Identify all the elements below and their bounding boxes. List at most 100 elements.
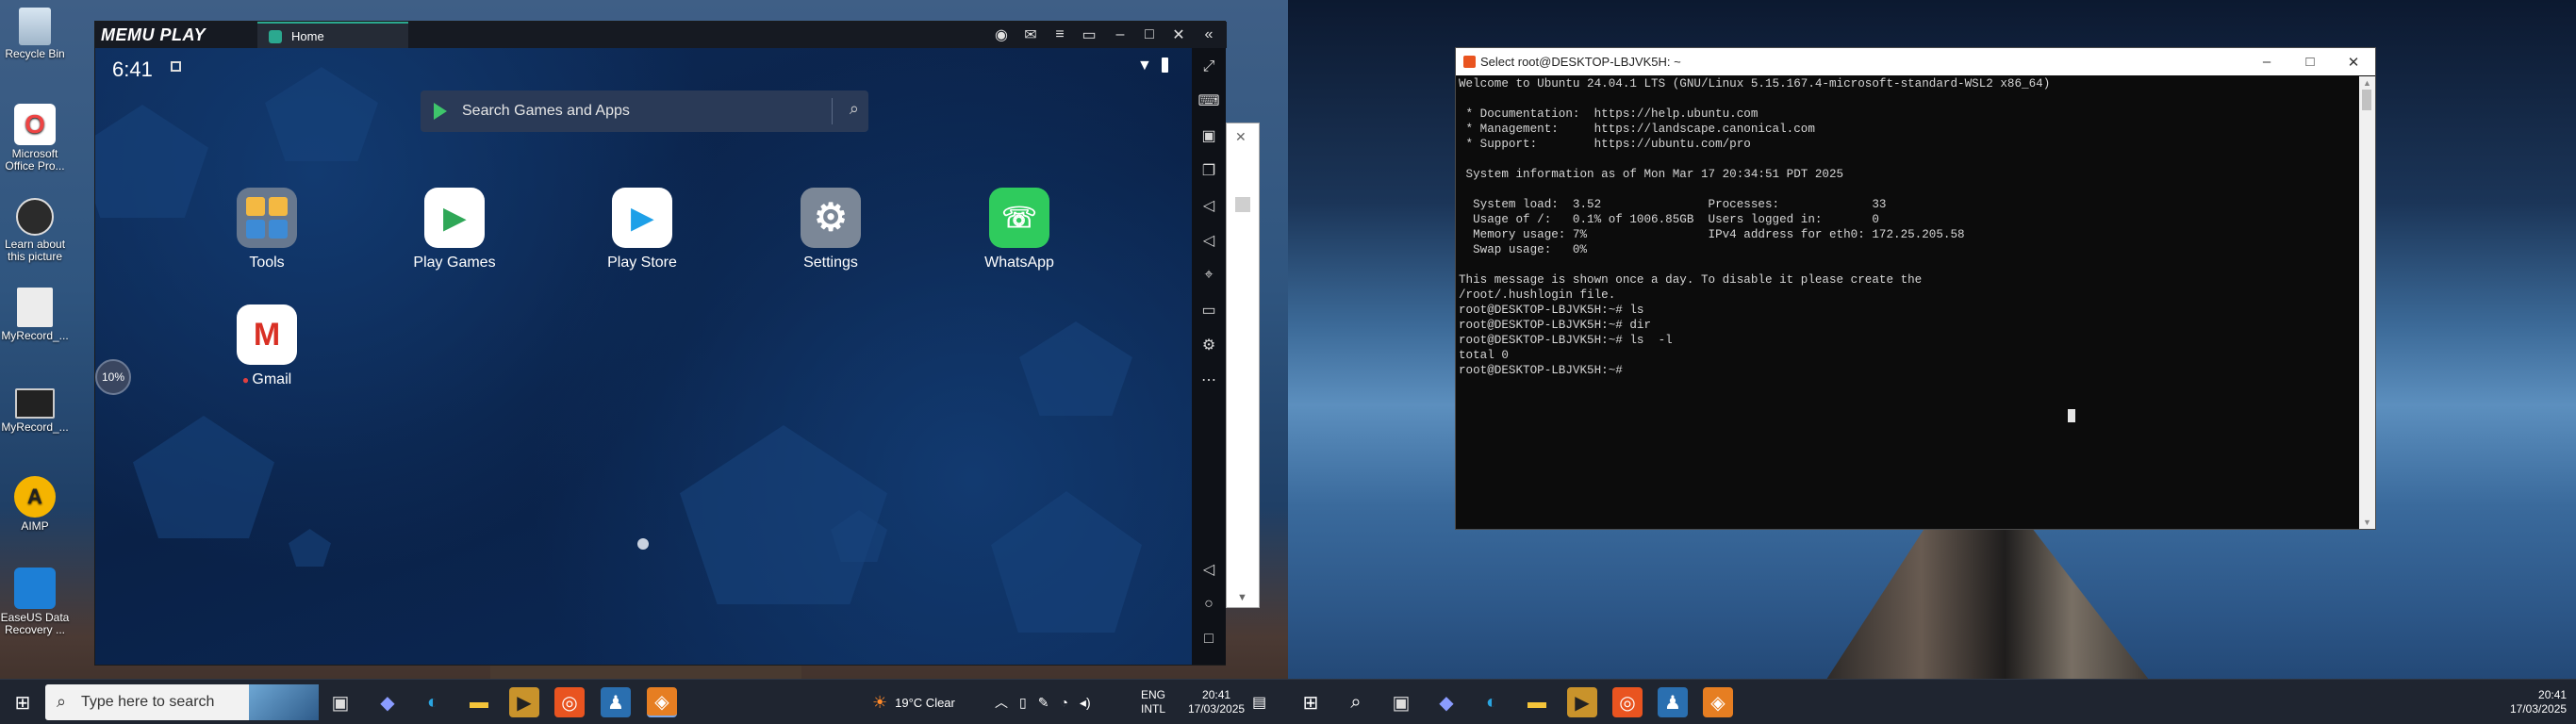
network-icon[interactable]: ◔	[1060, 695, 1067, 710]
app-settings[interactable]: ⚙ Settings	[769, 188, 892, 272]
scroll-up-icon[interactable]: ▲	[2363, 78, 2371, 88]
app-play-games[interactable]: ▶ Play Games	[393, 188, 516, 272]
maximize-button[interactable]: □	[2288, 48, 2332, 75]
terminal-output[interactable]: Welcome to Ubuntu 24.04.1 LTS (GNU/Linux…	[1458, 76, 2357, 529]
start-button[interactable]: ⊞	[1296, 687, 1326, 717]
scroll-down-icon[interactable]: ▼	[2363, 518, 2371, 527]
tab-home[interactable]: Home	[257, 22, 408, 48]
clock[interactable]: 20:41 17/03/2025	[1188, 680, 1245, 724]
desktop-icon-aimp[interactable]: A AIMP	[0, 476, 70, 533]
scroll-thumb[interactable]	[2362, 90, 2371, 110]
clock-time: 20:41	[2538, 688, 2568, 701]
penguin-icon[interactable]: ♟	[601, 687, 631, 717]
mail-icon[interactable]: ✉	[1020, 25, 1041, 45]
app-whatsapp[interactable]: ☏ WhatsApp	[958, 188, 1081, 272]
apk-icon[interactable]: ▣	[1199, 126, 1218, 145]
memu-icon[interactable]: ◈	[647, 687, 677, 717]
close-button[interactable]: ✕	[1168, 25, 1189, 45]
text-cursor	[2068, 409, 2075, 422]
menu-icon[interactable]: ≡	[1049, 25, 1070, 45]
terminal-title-bar[interactable]: Select root@DESKTOP-LBJVK5H: ~ – □ ✕	[1456, 48, 2375, 75]
keyboard-icon[interactable]: ⌨	[1197, 91, 1219, 110]
notification-icon	[171, 61, 181, 72]
clock-date: 17/03/2025	[2510, 702, 2568, 716]
app-tools[interactable]: Tools	[206, 188, 328, 272]
terminal-line: total 0	[1459, 349, 1509, 362]
minimize-button[interactable]: –	[1110, 25, 1131, 45]
close-button[interactable]: ✕	[2332, 48, 2375, 75]
volume-up-icon[interactable]: ◁	[1199, 196, 1218, 215]
language-indicator[interactable]: ENG INTL	[1141, 680, 1165, 724]
copilot-icon[interactable]: ◆	[372, 687, 403, 717]
file-explorer-icon[interactable]: ▬	[1522, 687, 1552, 717]
screen-icon[interactable]: ▭	[1079, 25, 1099, 45]
app-play-store[interactable]: ▶ Play Store	[581, 188, 703, 272]
weather-widget[interactable]: ☀ 19°C Clear	[872, 680, 955, 724]
desktop-icon-myrecord-2[interactable]: MyRecord_...	[0, 388, 70, 434]
notification-center-icon[interactable]: ▤	[1252, 680, 1266, 724]
multi-instance-icon[interactable]: ❐	[1199, 161, 1218, 180]
file-explorer-icon[interactable]: ▬	[464, 687, 494, 717]
volume-down-icon[interactable]: ◁	[1199, 231, 1218, 250]
clock-date: 17/03/2025	[1188, 702, 1246, 716]
folder-icon[interactable]: ▭	[1199, 301, 1218, 320]
floating-badge[interactable]: 10%	[95, 359, 131, 395]
play-games-icon: ▶	[424, 188, 485, 248]
fullscreen-icon[interactable]: ⤢	[1199, 58, 1218, 76]
desktop-icon-myrecord-1[interactable]: MyRecord_...	[0, 288, 70, 342]
video-app-icon[interactable]: ▶	[1567, 687, 1597, 717]
android-search-bar[interactable]: Search Games and Apps ⌕	[421, 90, 868, 132]
task-view-icon[interactable]: ▣	[325, 687, 355, 717]
home-button-icon[interactable]: ○	[1199, 595, 1218, 614]
desktop-icon-learn[interactable]: Learn about this picture	[0, 198, 70, 263]
learn-icon	[16, 198, 54, 236]
scroll-thumb[interactable]	[1235, 197, 1250, 212]
gear-icon[interactable]: ⚙	[1199, 336, 1218, 354]
terminal-line: Memory usage: 7% IPv4 address for eth0: …	[1459, 228, 1965, 241]
usb-icon[interactable]: ▯	[1019, 695, 1027, 711]
video-app-icon[interactable]: ▶	[509, 687, 539, 717]
copilot-icon[interactable]: ◆	[1431, 687, 1461, 717]
memu-window: MEMU PLAY Home ◉ ✉ ≡ ▭ – □ ✕ « 6:41 ▼ Se…	[94, 21, 1227, 666]
bg-shape	[133, 416, 274, 538]
app-label: WhatsApp	[984, 255, 1054, 271]
edge-icon[interactable]: ◐	[418, 687, 448, 717]
memu-title-bar[interactable]: MEMU PLAY Home ◉ ✉ ≡ ▭ – □ ✕ «	[95, 22, 1227, 48]
android-home-screen[interactable]: 6:41 ▼ Search Games and Apps ⌕ Tools ▶ P…	[95, 48, 1192, 665]
memu-icon[interactable]: ◈	[1703, 687, 1733, 717]
video-file-icon	[17, 288, 53, 327]
account-icon[interactable]: ◉	[991, 25, 1012, 45]
bg-shape	[991, 491, 1142, 633]
minimize-button[interactable]: –	[2245, 48, 2288, 75]
maximize-button[interactable]: □	[1139, 25, 1160, 45]
taskbar-search[interactable]: ⌕ Type here to search	[45, 684, 319, 720]
ubuntu-icon[interactable]: ◎	[1612, 687, 1643, 717]
recents-icon[interactable]: □	[1199, 630, 1218, 649]
search-icon[interactable]: ⌕	[850, 99, 859, 119]
task-view-icon[interactable]: ▣	[1386, 687, 1416, 717]
back-icon[interactable]: ◁	[1199, 560, 1218, 579]
terminal-scrollbar[interactable]: ▲ ▼	[2359, 76, 2375, 529]
speaker-icon[interactable]: ◂)	[1080, 695, 1091, 711]
clock[interactable]: 20:41 17/03/2025	[2510, 680, 2567, 724]
chevron-down-icon[interactable]: ▼	[1237, 592, 1247, 603]
app-gmail[interactable]: M ● Gmail	[206, 304, 328, 388]
close-icon[interactable]: ✕	[1235, 129, 1247, 145]
pen-icon[interactable]: ✎	[1038, 695, 1049, 711]
ubuntu-icon[interactable]: ◎	[554, 687, 585, 717]
location-icon[interactable]: ⌖	[1199, 266, 1218, 285]
edge-icon[interactable]: ◐	[1477, 687, 1507, 717]
battery-icon	[1162, 58, 1168, 73]
desktop-icon-office[interactable]: O Microsoft Office Pro...	[0, 104, 70, 173]
more-icon[interactable]: ⋯	[1199, 370, 1218, 389]
desktop-icon-label: Recycle Bin	[5, 47, 65, 60]
lang-bottom: INTL	[1141, 702, 1166, 716]
penguin-icon[interactable]: ♟	[1658, 687, 1688, 717]
search-icon[interactable]: ⌕	[1341, 687, 1371, 717]
weather-icon: ☀	[872, 692, 888, 712]
desktop-icon-easeus[interactable]: EaseUS Data Recovery ...	[0, 568, 70, 636]
collapse-sidebar-icon[interactable]: «	[1198, 25, 1219, 45]
chevron-up-icon[interactable]: ︿	[995, 693, 1008, 712]
desktop-icon-recycle-bin[interactable]: Recycle Bin	[0, 8, 70, 60]
start-button[interactable]: ⊞	[8, 687, 38, 717]
